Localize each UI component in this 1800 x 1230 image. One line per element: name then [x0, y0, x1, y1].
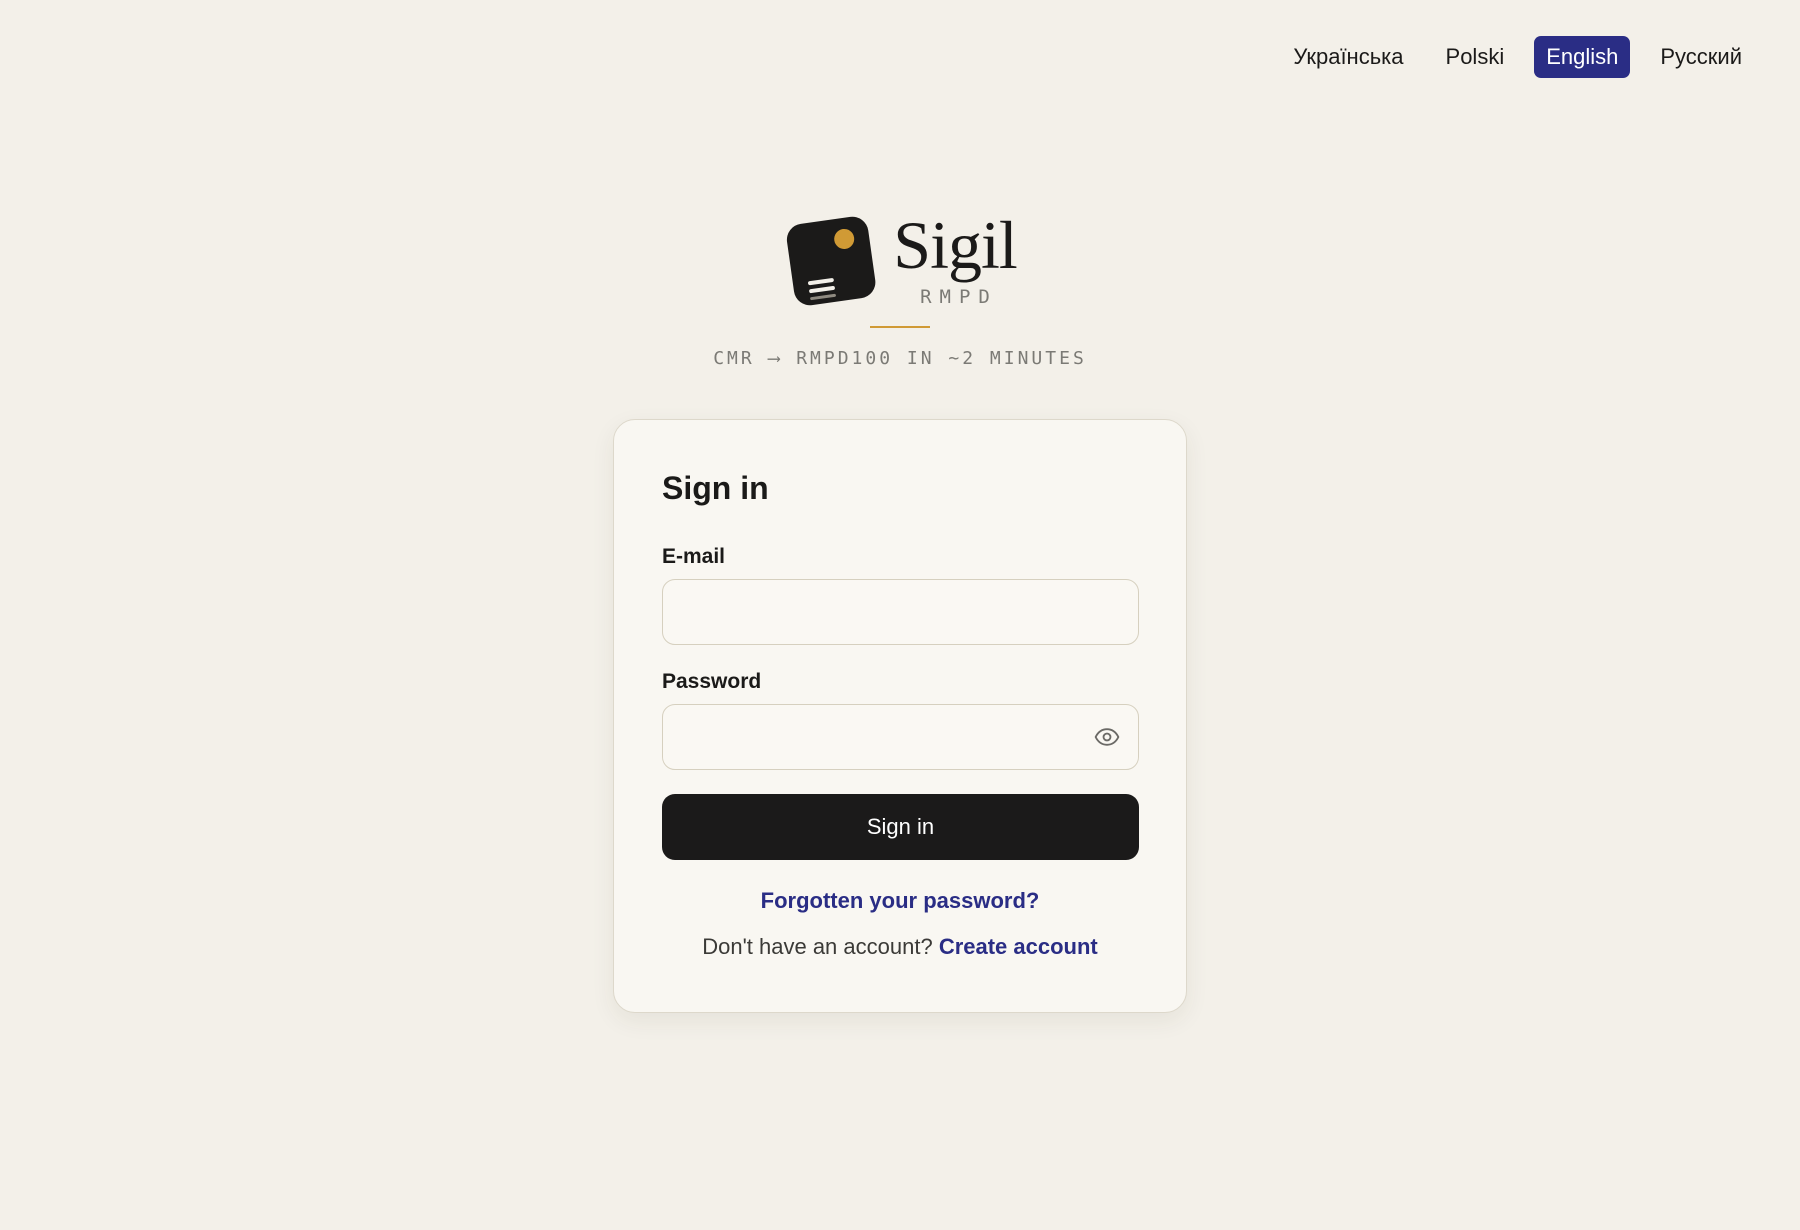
forgot-password-link[interactable]: Forgotten your password?	[662, 888, 1138, 914]
brand-header: Sigil RMPD CMR ⟶ RMPD100 IN ~2 MINUTES	[0, 207, 1800, 369]
language-option-english[interactable]: English	[1534, 36, 1631, 78]
language-option-ukrainian[interactable]: Українська	[1281, 36, 1415, 78]
create-account-link[interactable]: Create account	[939, 934, 1098, 959]
brand-subtitle: RMPD	[920, 286, 998, 308]
password-label: Password	[662, 670, 762, 693]
password-field-wrapper	[662, 704, 1139, 770]
no-account-text: Don't have an account?	[702, 934, 939, 959]
password-field[interactable]	[662, 704, 1139, 770]
brand-logo: Sigil RMPD	[783, 207, 1018, 312]
email-field-wrapper	[662, 579, 1139, 645]
brand-name: Sigil	[893, 207, 1017, 283]
language-option-polish[interactable]: Polski	[1434, 36, 1517, 78]
email-label: E-mail	[662, 545, 726, 568]
tagline: CMR ⟶ RMPD100 IN ~2 MINUTES	[713, 348, 1087, 369]
eye-icon[interactable]	[1093, 723, 1121, 751]
document-card-icon	[787, 216, 876, 306]
language-option-russian[interactable]: Русский	[1648, 36, 1754, 78]
signup-row: Don't have an account? Create account	[662, 934, 1138, 960]
signin-card: Sign in E-mail Password Sign in Forgotte…	[613, 419, 1187, 1013]
wordmark: Sigil RMPD	[893, 207, 1017, 308]
email-field[interactable]	[662, 579, 1139, 645]
language-switcher: Українська Polski English Русский	[1275, 36, 1754, 78]
signin-title: Sign in	[662, 470, 769, 506]
signin-button[interactable]: Sign in	[662, 794, 1139, 860]
brand-divider	[870, 326, 930, 328]
